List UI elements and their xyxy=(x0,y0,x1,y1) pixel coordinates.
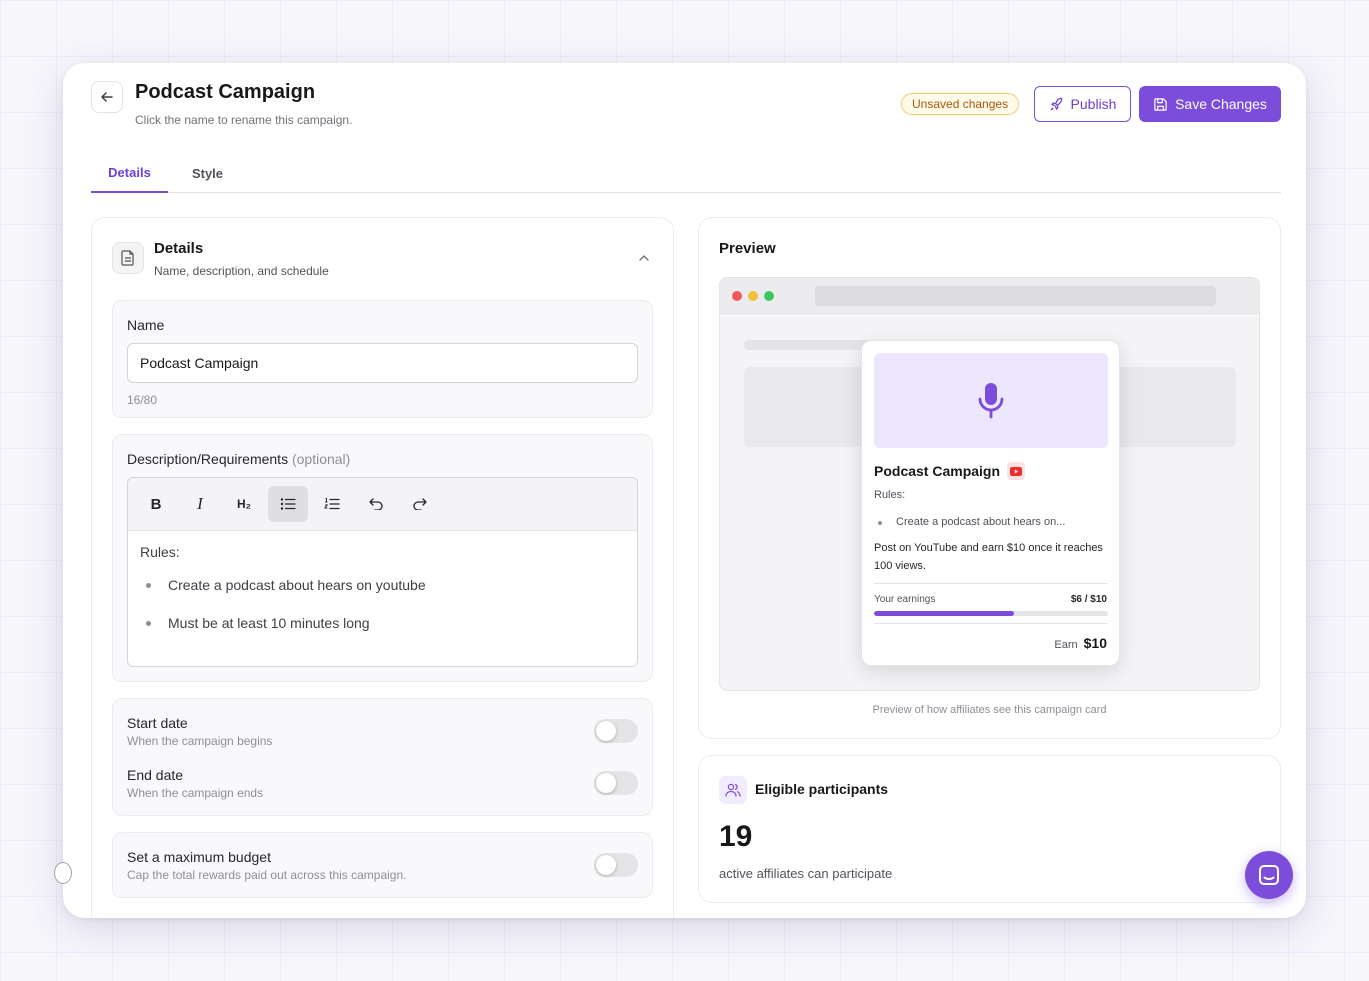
redo-icon xyxy=(413,498,427,510)
preview-description: Post on YouTube and earn $10 once it rea… xyxy=(874,542,1103,572)
undo-icon xyxy=(369,498,383,510)
bullet-list-icon xyxy=(280,498,296,510)
preview-rules-label: Rules: xyxy=(874,489,906,501)
earnings-progress-bar xyxy=(874,611,1108,616)
budget-subtitle: Cap the total rewards paid out across th… xyxy=(127,868,407,882)
end-date-toggle[interactable] xyxy=(594,771,638,795)
earnings-value: $6 / $10 xyxy=(1070,594,1107,605)
earnings-label: Your earnings xyxy=(874,594,936,605)
eligible-title: Eligible participants xyxy=(755,781,889,797)
divider xyxy=(874,623,1108,624)
preview-campaign-title: Podcast Campaign xyxy=(874,462,1026,480)
numbered-list-button[interactable] xyxy=(312,486,352,522)
start-date-subtitle: When the campaign begins xyxy=(127,734,273,748)
chat-support-button[interactable] xyxy=(1245,851,1293,899)
editor-bullet-item: Must be at least 10 minutes long xyxy=(140,614,625,632)
microphone-icon xyxy=(978,382,1004,418)
bold-icon: B xyxy=(150,495,162,513)
details-section-title: Details xyxy=(154,240,204,257)
browser-mockup: Podcast Campaign Rules: Create a podcast… xyxy=(719,277,1260,691)
preview-campaign-title-text: Podcast Campaign xyxy=(874,463,1001,479)
name-panel: Name 16/80 xyxy=(112,300,653,418)
heading-icon: H₂ xyxy=(237,497,251,511)
end-date-title: End date xyxy=(127,767,184,783)
publish-button[interactable]: Publish xyxy=(1034,86,1131,122)
undo-button[interactable] xyxy=(356,486,396,522)
start-date-toggle[interactable] xyxy=(594,719,638,743)
tab-bar: Details Style xyxy=(91,153,1281,193)
name-label: Name xyxy=(127,317,165,333)
editor-bullet-list: Create a podcast about hears on youtube … xyxy=(140,576,625,632)
description-label-text: Description/Requirements xyxy=(127,451,289,467)
campaign-card-preview: Podcast Campaign Rules: Create a podcast… xyxy=(861,340,1120,666)
url-bar-placeholder xyxy=(815,286,1216,306)
page-subtitle: Click the name to rename this campaign. xyxy=(135,113,353,127)
details-section-subtitle: Name, description, and schedule xyxy=(154,264,329,278)
bullet-list-button[interactable] xyxy=(268,486,308,522)
end-date-subtitle: When the campaign ends xyxy=(127,786,264,800)
budget-panel: Set a maximum budget Cap the total rewar… xyxy=(112,832,653,898)
dates-panel: Start date When the campaign begins End … xyxy=(112,698,653,816)
earn-label: Earn xyxy=(1054,639,1078,651)
editor-bullet-item: Create a podcast about hears on youtube xyxy=(140,576,625,594)
description-panel: Description/Requirements (optional) B I … xyxy=(112,434,653,682)
minimize-dot-icon xyxy=(748,291,758,301)
campaign-thumbnail xyxy=(874,353,1108,448)
editor-content[interactable]: Rules: Create a podcast about hears on y… xyxy=(140,544,625,652)
chat-icon xyxy=(1259,865,1279,885)
redo-button[interactable] xyxy=(400,486,440,522)
save-changes-button[interactable]: Save Changes xyxy=(1139,86,1281,122)
save-label: Save Changes xyxy=(1175,96,1267,112)
divider xyxy=(874,583,1108,584)
browser-toolbar xyxy=(720,278,1259,314)
start-date-title: Start date xyxy=(127,715,188,731)
preview-rule-item: Create a podcast about hears on... xyxy=(874,516,1108,528)
page-title[interactable]: Podcast Campaign xyxy=(135,81,315,104)
preview-card: Preview Podcast Campaign Rules: Create a… xyxy=(698,217,1281,739)
youtube-icon xyxy=(1007,462,1026,480)
eligible-count: 19 xyxy=(719,820,753,853)
italic-button[interactable]: I xyxy=(180,486,220,522)
eligible-subtitle: active affiliates can participate xyxy=(719,866,893,881)
rich-text-editor[interactable]: B I H₂ Rules: Create a podcast about hea… xyxy=(127,477,638,667)
earn-row: Earn $10 xyxy=(1054,635,1107,651)
users-icon xyxy=(719,776,747,804)
tab-details[interactable]: Details xyxy=(91,153,168,193)
resize-handle[interactable] xyxy=(54,862,72,884)
editor-heading: Rules: xyxy=(140,544,180,560)
numbered-list-icon xyxy=(324,498,340,510)
close-dot-icon xyxy=(732,291,742,301)
optional-label: (optional) xyxy=(291,451,351,467)
unsaved-changes-badge: Unsaved changes xyxy=(901,93,1020,115)
save-icon xyxy=(1154,97,1167,111)
description-label: Description/Requirements (optional) xyxy=(127,451,350,467)
earnings-progress-fill xyxy=(874,611,1015,616)
publish-label: Publish xyxy=(1070,96,1117,112)
maximize-dot-icon xyxy=(764,291,774,301)
back-button[interactable] xyxy=(91,81,123,113)
document-icon xyxy=(112,242,144,274)
heading-button[interactable]: H₂ xyxy=(224,486,264,522)
arrow-left-icon xyxy=(101,92,113,102)
budget-title: Set a maximum budget xyxy=(127,849,271,865)
details-card: Details Name, description, and schedule … xyxy=(91,217,674,918)
editor-toolbar: B I H₂ xyxy=(128,478,637,531)
campaign-editor-window: Podcast Campaign Click the name to renam… xyxy=(63,63,1306,918)
eligible-participants-card: Eligible participants 19 active affiliat… xyxy=(698,755,1281,903)
italic-icon: I xyxy=(197,494,203,513)
preview-caption: Preview of how affiliates see this campa… xyxy=(872,704,1107,716)
earn-amount: $10 xyxy=(1083,635,1107,651)
rocket-icon xyxy=(1050,97,1062,110)
budget-toggle[interactable] xyxy=(594,853,638,877)
bold-button[interactable]: B xyxy=(136,486,176,522)
tab-style[interactable]: Style xyxy=(180,153,235,193)
chevron-up-icon[interactable] xyxy=(636,250,652,266)
preview-title: Preview xyxy=(719,240,776,257)
char-count: 16/80 xyxy=(127,393,158,407)
name-input[interactable] xyxy=(127,343,638,383)
